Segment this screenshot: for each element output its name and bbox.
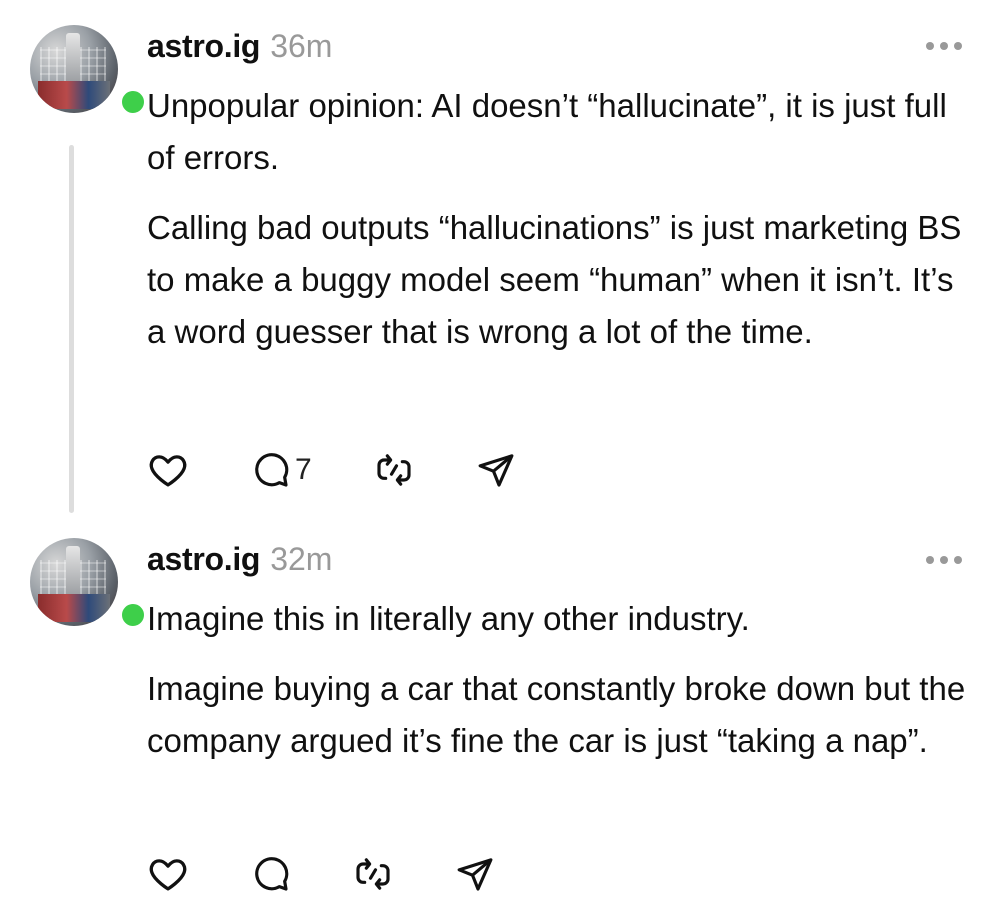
post-actions: 7 bbox=[147, 449, 516, 491]
online-status-dot bbox=[118, 600, 148, 630]
username[interactable]: astro.ig bbox=[147, 541, 260, 578]
repost-icon bbox=[356, 858, 390, 890]
post-paragraph: Unpopular opinion: AI doesn’t “hallucina… bbox=[147, 87, 947, 176]
comment-icon bbox=[255, 453, 289, 487]
repost-button[interactable] bbox=[353, 854, 393, 894]
avatar[interactable] bbox=[30, 25, 148, 117]
repost-button[interactable] bbox=[374, 450, 414, 490]
online-status-dot bbox=[118, 87, 148, 117]
share-button[interactable] bbox=[455, 854, 495, 894]
comment-icon bbox=[255, 857, 289, 891]
post-body: Imagine this in literally any other indu… bbox=[147, 593, 977, 767]
share-icon bbox=[478, 454, 514, 487]
post-header: astro.ig 32m bbox=[147, 541, 332, 578]
like-button[interactable] bbox=[147, 853, 189, 895]
avatar[interactable] bbox=[30, 538, 148, 630]
thread-line bbox=[69, 145, 74, 513]
more-icon bbox=[926, 556, 934, 564]
more-icon bbox=[926, 42, 934, 50]
reply-button[interactable] bbox=[251, 854, 291, 894]
reply-button[interactable]: 7 bbox=[251, 450, 312, 490]
more-options-button[interactable] bbox=[926, 42, 962, 50]
share-icon bbox=[457, 858, 493, 891]
username[interactable]: astro.ig bbox=[147, 28, 260, 65]
heart-icon bbox=[149, 455, 187, 487]
post-paragraph: Imagine this in literally any other indu… bbox=[147, 600, 750, 637]
like-button[interactable] bbox=[147, 449, 189, 491]
reply-count: 7 bbox=[295, 453, 312, 486]
timestamp: 36m bbox=[270, 28, 333, 64]
post-header: astro.ig 36m bbox=[147, 28, 332, 65]
post-paragraph: Calling bad outputs “hallucinations” is … bbox=[147, 209, 962, 350]
share-button[interactable] bbox=[476, 450, 516, 490]
repost-icon bbox=[377, 454, 411, 486]
post-actions bbox=[147, 853, 495, 895]
post-body: Unpopular opinion: AI doesn’t “hallucina… bbox=[147, 80, 977, 358]
timestamp: 32m bbox=[270, 541, 333, 577]
heart-icon bbox=[149, 859, 187, 891]
avatar-image bbox=[30, 538, 118, 626]
avatar-image bbox=[30, 25, 118, 113]
post-paragraph: Imagine buying a car that constantly bro… bbox=[147, 670, 966, 759]
more-options-button[interactable] bbox=[926, 556, 962, 564]
